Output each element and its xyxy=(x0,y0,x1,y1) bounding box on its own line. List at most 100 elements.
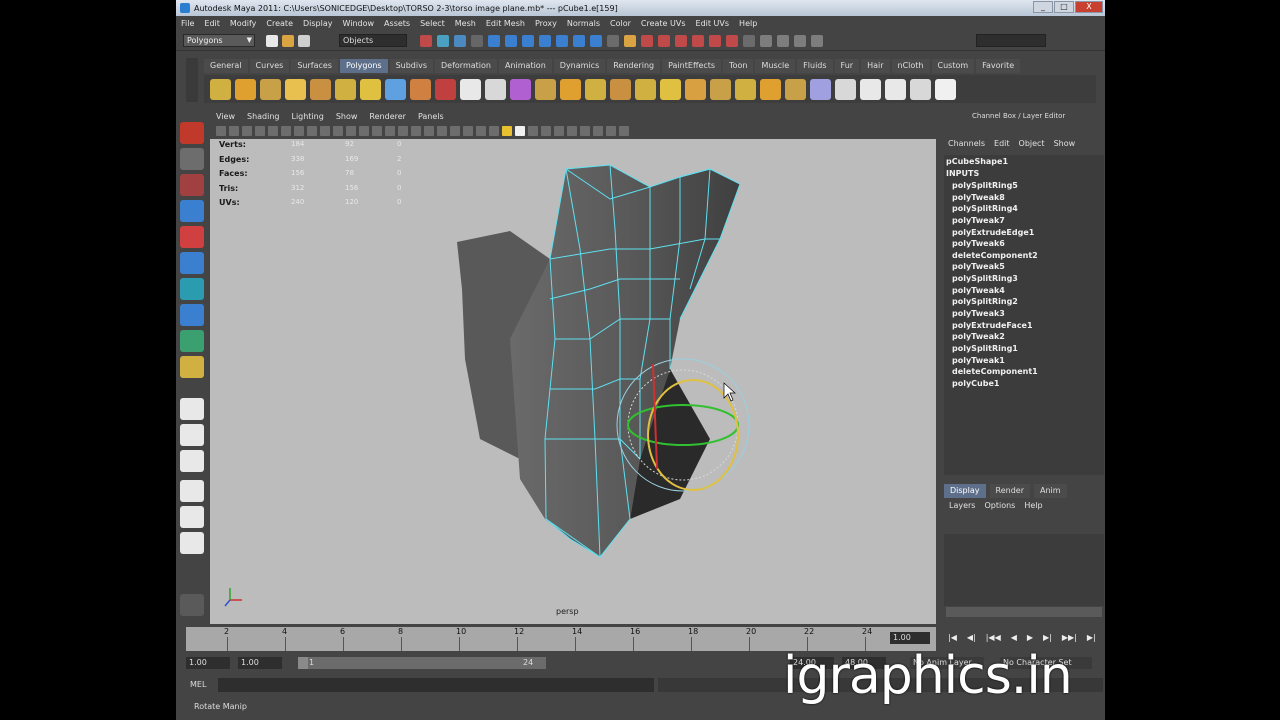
viewport-tool-icon[interactable] xyxy=(463,126,473,136)
viewport-tool-icon[interactable] xyxy=(281,126,291,136)
viewport-tool-icon[interactable] xyxy=(437,126,447,136)
menu-display[interactable]: Display xyxy=(303,19,333,28)
shelf-tab-muscle[interactable]: Muscle xyxy=(755,59,796,73)
menu-edit-uvs[interactable]: Edit UVs xyxy=(696,19,730,28)
input-history-item[interactable]: polyTweak5 xyxy=(952,262,1038,274)
layer-menu-help[interactable]: Help xyxy=(1024,501,1042,510)
viewport-tool-icon[interactable] xyxy=(450,126,460,136)
shelf-tool-icon[interactable] xyxy=(585,78,606,100)
input-history-item[interactable]: polyExtrudeFace1 xyxy=(952,321,1038,333)
menu-assets[interactable]: Assets xyxy=(384,19,410,28)
menu-normals[interactable]: Normals xyxy=(567,19,600,28)
input-history-item[interactable]: polyTweak3 xyxy=(952,309,1038,321)
shelf-tab-fluids[interactable]: Fluids xyxy=(797,59,833,73)
input-history-item[interactable]: polyTweak1 xyxy=(952,356,1038,368)
viewport-tool-icon[interactable] xyxy=(398,126,408,136)
shelf-tool-icon[interactable] xyxy=(435,78,456,100)
shelf-tool-icon[interactable] xyxy=(835,78,856,100)
ipr-render-icon[interactable] xyxy=(658,35,670,47)
input-history-item[interactable]: deleteComponent1 xyxy=(952,367,1038,379)
shelf-tool-icon[interactable] xyxy=(885,78,906,100)
viewport-tool-icon[interactable] xyxy=(385,126,395,136)
step-forward-key-button[interactable]: ▶▶| xyxy=(1062,633,1077,642)
viewport-tool-icon[interactable] xyxy=(359,126,369,136)
play-forward-button[interactable]: ▶ xyxy=(1027,633,1033,642)
select-object-icon[interactable] xyxy=(437,35,449,47)
viewport-tool-icon[interactable] xyxy=(476,126,486,136)
step-back-frame-button[interactable]: |◀◀ xyxy=(986,633,1001,642)
viewport-tool-icon[interactable] xyxy=(411,126,421,136)
render-view-icon[interactable] xyxy=(709,35,721,47)
menu-select[interactable]: Select xyxy=(420,19,445,28)
step-forward-frame-button[interactable]: ▶| xyxy=(1043,633,1052,642)
shelf-tool-icon[interactable] xyxy=(860,78,881,100)
layer-tab-render[interactable]: Render xyxy=(989,484,1030,498)
shelf-tool-icon[interactable] xyxy=(710,78,731,100)
viewport-tool-icon[interactable] xyxy=(606,126,616,136)
snap-view-icon[interactable] xyxy=(539,35,551,47)
sidebar-icon[interactable] xyxy=(760,35,772,47)
channel-box-menu-object[interactable]: Object xyxy=(1019,139,1045,153)
uv-layout-icon[interactable] xyxy=(180,532,204,554)
tool-settings-icon[interactable] xyxy=(777,35,789,47)
go-to-start-button[interactable]: |◀ xyxy=(948,633,957,642)
viewport-tool-icon[interactable] xyxy=(502,126,512,136)
history-icon[interactable] xyxy=(573,35,585,47)
shelf-tool-icon[interactable] xyxy=(910,78,931,100)
shelf-tool-icon[interactable] xyxy=(410,78,431,100)
channel-box-menu-show[interactable]: Show xyxy=(1054,139,1076,153)
shelf-tab-dynamics[interactable]: Dynamics xyxy=(553,59,606,73)
menu-file[interactable]: File xyxy=(181,19,194,28)
selection-mode-field[interactable]: Objects xyxy=(339,34,407,47)
viewport-tool-icon[interactable] xyxy=(372,126,382,136)
command-language-label[interactable]: MEL xyxy=(190,680,206,689)
viewport-menu-lighting[interactable]: Lighting xyxy=(291,112,323,121)
shelf-tab-painteffects[interactable]: PaintEffects xyxy=(662,59,722,73)
viewport-tool-icon[interactable] xyxy=(294,126,304,136)
input-history-item[interactable]: polyTweak4 xyxy=(952,286,1038,298)
shelf-tool-icon[interactable] xyxy=(935,78,956,100)
viewport-menu-show[interactable]: Show xyxy=(336,112,358,121)
menu-color[interactable]: Color xyxy=(610,19,631,28)
shelf-tool-icon[interactable] xyxy=(685,78,706,100)
hypershade-layout-icon[interactable] xyxy=(180,506,204,528)
shelf-tab-deformation[interactable]: Deformation xyxy=(435,59,497,73)
layer-editor-scrollbar[interactable] xyxy=(946,607,1102,617)
layer-tab-display[interactable]: Display xyxy=(944,484,986,498)
input-line-field[interactable] xyxy=(976,34,1046,47)
shelf-tab-hair[interactable]: Hair xyxy=(861,59,890,73)
layer-menu-options[interactable]: Options xyxy=(984,501,1015,510)
menu-set-dropdown[interactable]: Polygons ▼ xyxy=(183,34,255,47)
channel-box-menu-edit[interactable]: Edit xyxy=(994,139,1010,153)
shelf-tool-icon[interactable] xyxy=(260,78,281,100)
viewport-menu-panels[interactable]: Panels xyxy=(418,112,444,121)
shelf-tab-rendering[interactable]: Rendering xyxy=(607,59,661,73)
viewport-tool-icon[interactable] xyxy=(489,126,499,136)
command-input[interactable] xyxy=(218,678,654,692)
viewport-tool-icon[interactable] xyxy=(255,126,265,136)
help-icon[interactable] xyxy=(607,35,619,47)
shelf-tool-icon[interactable] xyxy=(235,78,256,100)
shelf-tool-icon[interactable] xyxy=(560,78,581,100)
move-tool-icon[interactable] xyxy=(180,200,204,222)
viewport-tool-icon[interactable] xyxy=(567,126,577,136)
current-frame-field[interactable]: 1.00 xyxy=(890,632,930,644)
shelf-tab-curves[interactable]: Curves xyxy=(249,59,290,73)
shelf-tab-animation[interactable]: Animation xyxy=(498,59,552,73)
snap-live-icon[interactable] xyxy=(556,35,568,47)
new-scene-icon[interactable] xyxy=(266,35,278,47)
paint-select-tool-icon[interactable] xyxy=(180,174,204,196)
viewport-tool-icon[interactable] xyxy=(515,126,525,136)
construction-icon[interactable] xyxy=(590,35,602,47)
select-component-icon[interactable] xyxy=(454,35,466,47)
viewport-tool-icon[interactable] xyxy=(268,126,278,136)
playback-start-field[interactable]: 1.00 xyxy=(238,657,282,669)
channel-box-menu-channels[interactable]: Channels xyxy=(948,139,985,153)
viewport-tool-icon[interactable] xyxy=(541,126,551,136)
shelf-tab-favorite[interactable]: Favorite xyxy=(976,59,1021,73)
shelf-tool-icon[interactable] xyxy=(785,78,806,100)
go-to-end-button[interactable]: ▶| xyxy=(1087,633,1096,642)
hypershade-icon[interactable] xyxy=(692,35,704,47)
close-button[interactable]: X xyxy=(1075,1,1103,13)
shelf-tool-icon[interactable] xyxy=(610,78,631,100)
